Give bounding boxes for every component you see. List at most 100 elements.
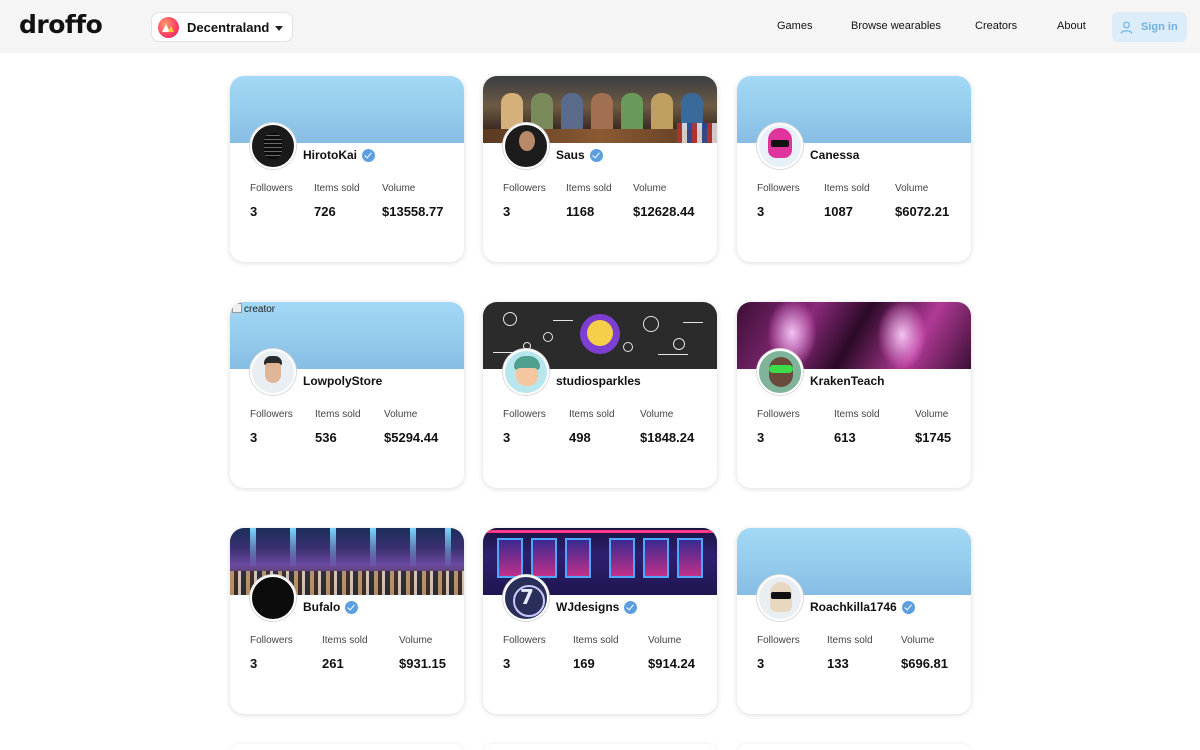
creator-name-row[interactable]: studiosparkles [556,374,641,388]
stat-label-followers: Followers [250,635,293,646]
stat-value-followers: 3 [250,204,258,219]
next-row-card-edge [483,744,717,750]
creator-avatar[interactable] [757,123,803,169]
creator-card[interactable]: creator LowpolyStore Followers 3 Items sold 5… [230,302,464,488]
stat-value-followers: 3 [503,656,511,671]
creator-card[interactable]: KrakenTeach Followers 3 Items sold 613 Volume… [737,302,971,488]
stat-label-followers: Followers [250,409,293,420]
stat-value-items-sold: 613 [834,430,856,445]
banner-doodle-line [553,320,573,322]
stat-value-items-sold: 1087 [824,204,853,219]
creator-avatar[interactable] [503,349,549,395]
user-icon [1120,21,1133,34]
creator-card[interactable]: Saus Followers 3 Items sold 1168 Volume $12628… [483,76,717,262]
stat-label-volume: Volume [640,409,674,420]
creator-name: LowpolyStore [303,374,383,388]
banner-flag [677,123,717,143]
banner-window [643,538,669,578]
creator-name-row[interactable]: WJdesigns [556,600,638,614]
top-header: droffo Decentraland Games Browse wearabl… [0,0,1200,53]
creator-avatar[interactable] [250,575,296,621]
stat-value-volume: $5294.44 [384,430,439,445]
banner-stage-light [330,528,336,568]
stat-label-volume: Volume [648,635,682,646]
stat-label-items-sold: Items sold [573,635,619,646]
game-selector[interactable]: Decentraland [151,12,293,42]
banner-doodle [503,312,517,326]
banner-window [497,538,523,578]
stat-value-followers: 3 [250,656,258,671]
droffo-logo[interactable]: droffo [19,10,103,39]
creator-name-row[interactable]: Saus [556,148,603,162]
creator-name: studiosparkles [556,374,641,388]
creator-avatar[interactable] [250,349,296,395]
banner-doodle-line [658,354,688,356]
stat-label-volume: Volume [633,183,667,194]
stat-value-items-sold: 261 [322,656,344,671]
creator-name-row[interactable]: Bufalo [303,600,359,614]
creator-name-row[interactable]: Roachkilla1746 [810,600,915,614]
stat-label-followers: Followers [503,183,546,194]
stat-value-volume: $914.24 [648,656,695,671]
verified-check-icon [589,148,603,162]
creator-name-row[interactable]: HirotoKai [303,148,375,162]
creator-avatar[interactable] [503,123,549,169]
stat-value-volume: $12628.44 [633,204,695,219]
sign-in-button[interactable]: Sign in [1112,12,1187,42]
creator-name-row[interactable]: LowpolyStore [303,374,382,388]
stat-value-items-sold: 169 [573,656,595,671]
stat-label-volume: Volume [399,635,433,646]
stat-value-followers: 3 [503,430,511,445]
stat-value-volume: $1745 [915,430,952,445]
creator-card[interactable]: studiosparkles Followers 3 Items sold 498 Vol… [483,302,717,488]
stat-label-items-sold: Items sold [824,183,870,194]
stat-label-items-sold: Items sold [314,183,360,194]
next-row-card-edge [737,744,971,750]
creator-avatar[interactable] [250,123,296,169]
creator-name: KrakenTeach [810,374,885,388]
creator-card[interactable]: Roachkilla1746 Followers 3 Items sold 133 Vol… [737,528,971,714]
creator-name-row[interactable]: Canessa [810,148,859,162]
stat-label-volume: Volume [901,635,935,646]
creator-card[interactable]: Canessa Followers 3 Items sold 1087 Volume $60… [737,76,971,262]
stat-label-followers: Followers [757,183,800,194]
stat-value-items-sold: 1168 [566,204,595,219]
banner-character-face [587,320,613,346]
creator-name-row[interactable]: KrakenTeach [810,374,884,388]
creator-card[interactable]: HirotoKai Followers 3 Items sold 726 Volume $1… [230,76,464,262]
creator-avatar[interactable] [503,575,549,621]
stat-label-volume: Volume [895,183,929,194]
stat-value-items-sold: 726 [314,204,336,219]
stat-label-followers: Followers [757,635,800,646]
broken-image-alt-text: creator [232,303,275,315]
banner-window [677,538,703,578]
creator-avatar[interactable] [757,349,803,395]
sign-in-label: Sign in [1141,21,1178,33]
verified-check-icon [362,148,375,162]
stat-value-volume: $696.81 [901,656,948,671]
banner-doodle [543,332,553,342]
banner-window [609,538,635,578]
creator-card[interactable]: WJdesigns Followers 3 Items sold 169 Volume $9… [483,528,717,714]
creator-card[interactable]: Bufalo Followers 3 Items sold 261 Volume $931.… [230,528,464,714]
nav-creators[interactable]: Creators [975,20,1017,32]
creator-avatar[interactable] [757,575,803,621]
stat-value-items-sold: 133 [827,656,849,671]
creator-name: Roachkilla1746 [810,600,897,614]
stat-value-followers: 3 [250,430,258,445]
banner-stage-light [370,528,376,568]
creator-name: HirotoKai [303,148,357,162]
nav-browse-wearables[interactable]: Browse wearables [851,20,941,32]
stat-label-items-sold: Items sold [566,183,612,194]
stat-label-followers: Followers [503,409,546,420]
nav-games[interactable]: Games [777,20,812,32]
stat-value-volume: $931.15 [399,656,446,671]
stat-label-followers: Followers [250,183,293,194]
banner-doodle [623,342,633,352]
verified-check-icon [345,600,359,614]
stat-value-volume: $6072.21 [895,204,950,219]
stat-value-followers: 3 [503,204,511,219]
stat-label-followers: Followers [757,409,800,420]
nav-about[interactable]: About [1057,20,1086,32]
stat-label-items-sold: Items sold [315,409,361,420]
